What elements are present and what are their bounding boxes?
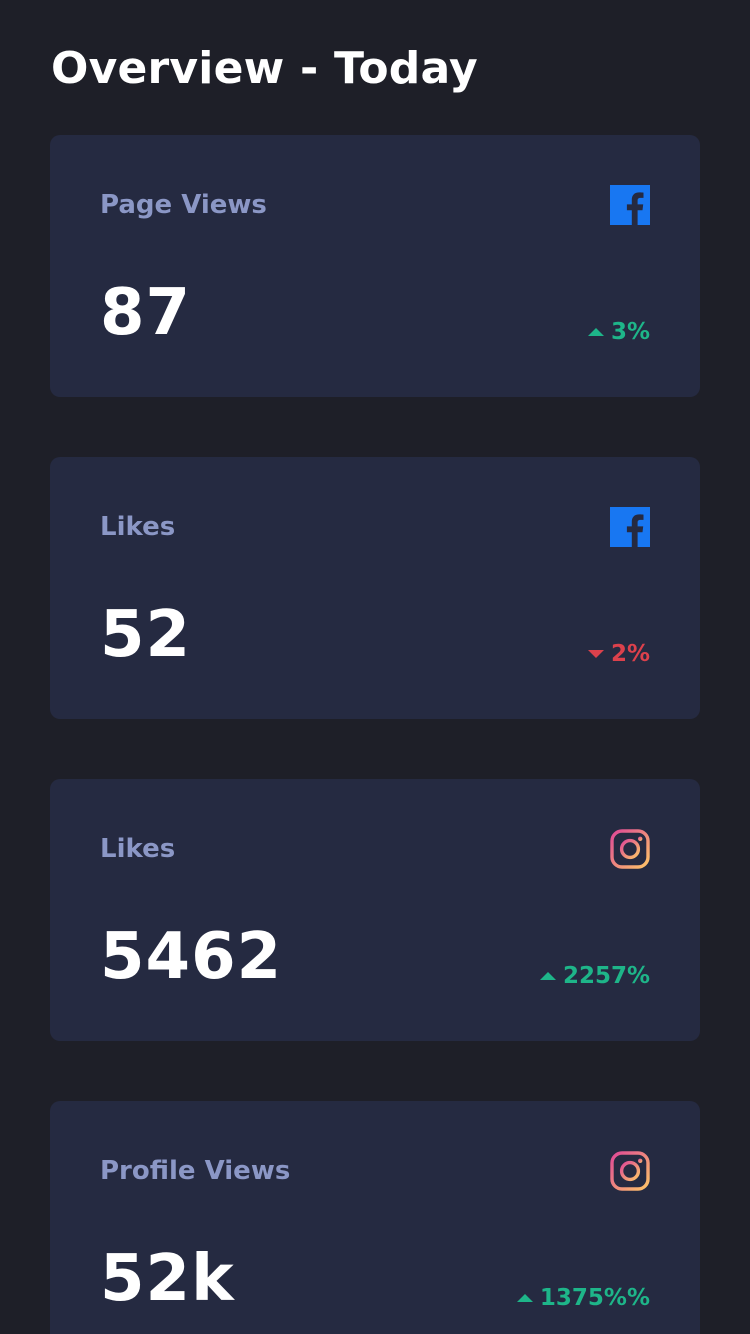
stat-card-change-value: 2257% [562, 963, 650, 989]
stat-card-value: 52k [100, 1242, 235, 1316]
stat-card-change: 2% [587, 639, 650, 669]
triangle-up-icon [587, 328, 604, 336]
stat-card-change-value: 1375%% [539, 1285, 650, 1311]
stat-card-value: 87 [100, 276, 192, 350]
stat-card-instagram-likes[interactable]: Likes 5462 2257% [50, 779, 700, 1041]
stat-card-facebook-page-views[interactable]: Page Views 87 3% [50, 135, 700, 397]
stat-card-facebook-likes[interactable]: Likes 52 2% [50, 457, 700, 719]
stat-card-label: Likes [100, 512, 176, 542]
stat-card-change-value: 3% [610, 319, 650, 345]
stat-card-value: 5462 [100, 920, 283, 994]
triangle-up-icon [539, 972, 556, 980]
overview-page: Overview - Today Page Views 87 3% Likes … [0, 0, 750, 1334]
stat-card-change: 3% [587, 317, 650, 347]
triangle-up-icon [516, 1294, 533, 1302]
facebook-icon [610, 185, 650, 225]
stat-card-change-value: 2% [610, 641, 650, 667]
triangle-down-icon [587, 650, 604, 658]
page-title: Overview - Today [51, 43, 478, 94]
facebook-icon [610, 507, 650, 547]
stat-card-change: 1375%% [516, 1283, 650, 1313]
stat-card-label: Profile Views [100, 1156, 291, 1186]
instagram-icon [610, 829, 650, 869]
stat-card-change: 2257% [539, 961, 650, 991]
stat-card-label: Likes [100, 834, 176, 864]
stat-card-value: 52 [100, 598, 192, 672]
instagram-icon [610, 1151, 650, 1191]
stat-card-label: Page Views [100, 190, 267, 220]
stat-card-instagram-profile-views[interactable]: Profile Views 52k 1375%% [50, 1101, 700, 1334]
